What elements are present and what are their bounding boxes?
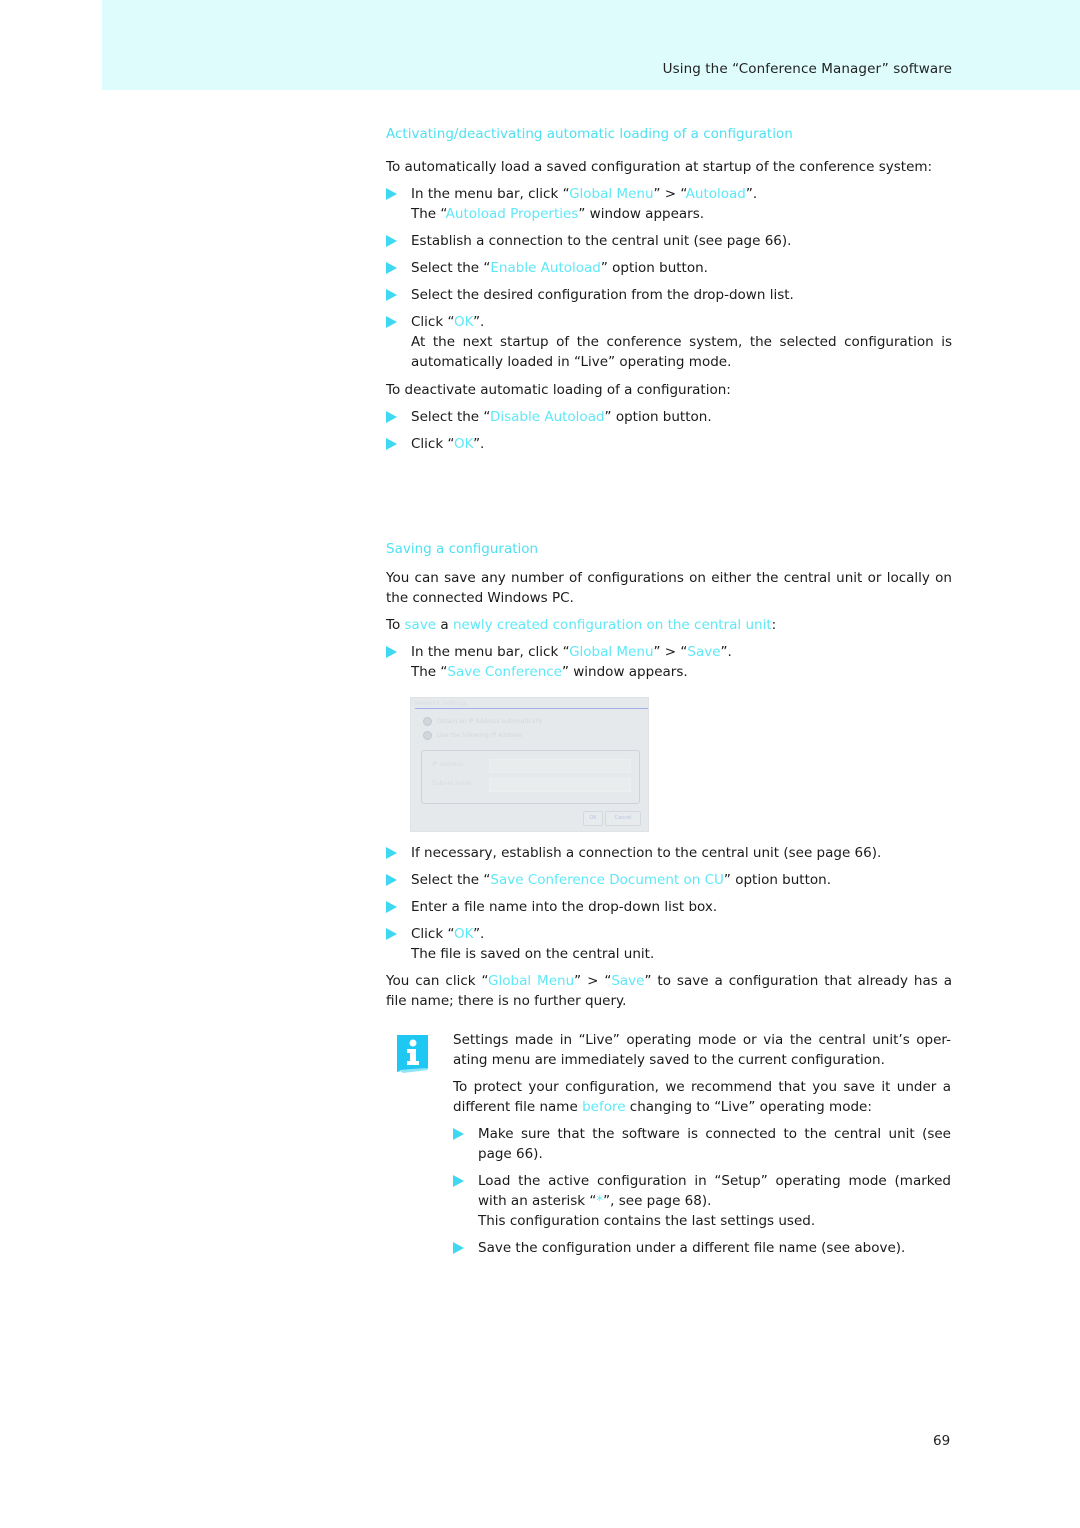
- ip-field: [489, 759, 631, 773]
- radio-icon: [423, 731, 432, 740]
- step-result: The file is saved on the central unit.: [411, 946, 655, 962]
- step-item: Select the “Save Conference Document on …: [386, 870, 952, 890]
- step-bullet-icon: [386, 901, 397, 913]
- intro-text: To automatically load a saved configurat…: [386, 159, 933, 175]
- ui-ref: OK: [453, 436, 474, 452]
- ui-ref: Autoload: [685, 186, 746, 202]
- step-bullet-icon: [386, 289, 397, 301]
- step-bullet-icon: [386, 847, 397, 859]
- ip-group-box: IP address: Subnet mask:: [421, 750, 640, 804]
- step-item: Click “OK”. At the next startup of the c…: [386, 312, 952, 372]
- step-bullet-icon: [386, 316, 397, 328]
- step-item: Make sure that the software is connected…: [453, 1124, 951, 1164]
- ui-ref: Autoload Properties: [445, 206, 579, 222]
- step-item: Select the “Disable Autoload” option but…: [386, 407, 952, 427]
- dialog-ok-button: OK: [583, 811, 603, 826]
- page-number: 69: [933, 1433, 951, 1449]
- radio-icon: [423, 717, 432, 726]
- step-item: Establish a connection to the central un…: [386, 231, 952, 251]
- step-bullet-icon: [386, 262, 397, 274]
- note-text: Settings made in “Live” operating mode o…: [453, 1032, 951, 1068]
- step-item: In the menu bar, click “Global Menu” > “…: [386, 642, 952, 682]
- step-bullet-icon: [453, 1242, 464, 1254]
- step-item: Click “OK”. The file is saved on the cen…: [386, 924, 952, 964]
- ui-ref: OK: [453, 314, 474, 330]
- ui-ref: Global Menu: [569, 644, 654, 660]
- note-text: To protect your configuration, we recomm…: [453, 1079, 951, 1115]
- step-result: At the next startup of the conference sy…: [411, 334, 952, 370]
- dialog-title: Network Settings: [415, 700, 648, 709]
- step-bullet-icon: [386, 411, 397, 423]
- ui-ref: Disable Autoload: [489, 409, 605, 425]
- step-bullet-icon: [453, 1175, 464, 1187]
- radio-auto-ip: Obtain an IP Address automatically: [423, 717, 542, 726]
- step-bullet-icon: [386, 235, 397, 247]
- section-heading: Activating/deactivating automatic loadin…: [386, 126, 793, 142]
- deactivate-intro: To deactivate automatic loading of a con…: [386, 382, 731, 398]
- subnet-label: Subnet mask:: [432, 780, 474, 787]
- step-item: In the menu bar, click “Global Menu” > “…: [386, 184, 952, 224]
- subintro-text: To save a newly created configuration on…: [386, 617, 777, 633]
- step-item: Click “OK”.: [386, 434, 952, 454]
- step-item: Save the configuration under a different…: [453, 1238, 951, 1258]
- step-item: If necessary, establish a connection to …: [386, 843, 952, 863]
- step-bullet-icon: [386, 646, 397, 658]
- ui-ref: OK: [453, 926, 474, 942]
- step-bullet-icon: [453, 1128, 464, 1140]
- step-item: Load the active configuration in “Setup”…: [453, 1171, 951, 1231]
- ui-ref: Save Conference Document on CU: [490, 872, 724, 888]
- running-header: Using the “Conference Manager” software: [662, 61, 952, 77]
- step-bullet-icon: [386, 874, 397, 886]
- step-item: Enter a file name into the drop-down lis…: [386, 897, 952, 917]
- dialog-cancel-button: Cancel: [605, 811, 641, 826]
- step-bullet-icon: [386, 188, 397, 200]
- step-item: Select the “Enable Autoload” option butt…: [386, 258, 952, 278]
- ip-label: IP address:: [432, 761, 465, 768]
- step-item: Select the desired configuration from th…: [386, 285, 952, 305]
- ui-ref: Save Conference: [447, 664, 562, 680]
- intro-text: You can save any number of configuration…: [386, 570, 952, 606]
- subnet-field: [489, 778, 631, 792]
- outro-text: You can click “Global Menu” > “Save” to …: [386, 973, 953, 1009]
- step-bullet-icon: [386, 928, 397, 940]
- ui-ref: Global Menu: [569, 186, 654, 202]
- dialog-screenshot: Network Settings Obtain an IP Address au…: [410, 697, 649, 832]
- header-band: Using the “Conference Manager” software: [102, 0, 1080, 90]
- step-bullet-icon: [386, 438, 397, 450]
- ui-ref: Save: [687, 644, 721, 660]
- section-heading: Saving a configuration: [386, 541, 539, 557]
- info-icon: [397, 1035, 428, 1073]
- ui-ref: Enable Autoload: [490, 260, 601, 276]
- step-result: This configuration contains the last set…: [478, 1213, 816, 1229]
- radio-static-ip: Use the following IP Address: [423, 731, 522, 740]
